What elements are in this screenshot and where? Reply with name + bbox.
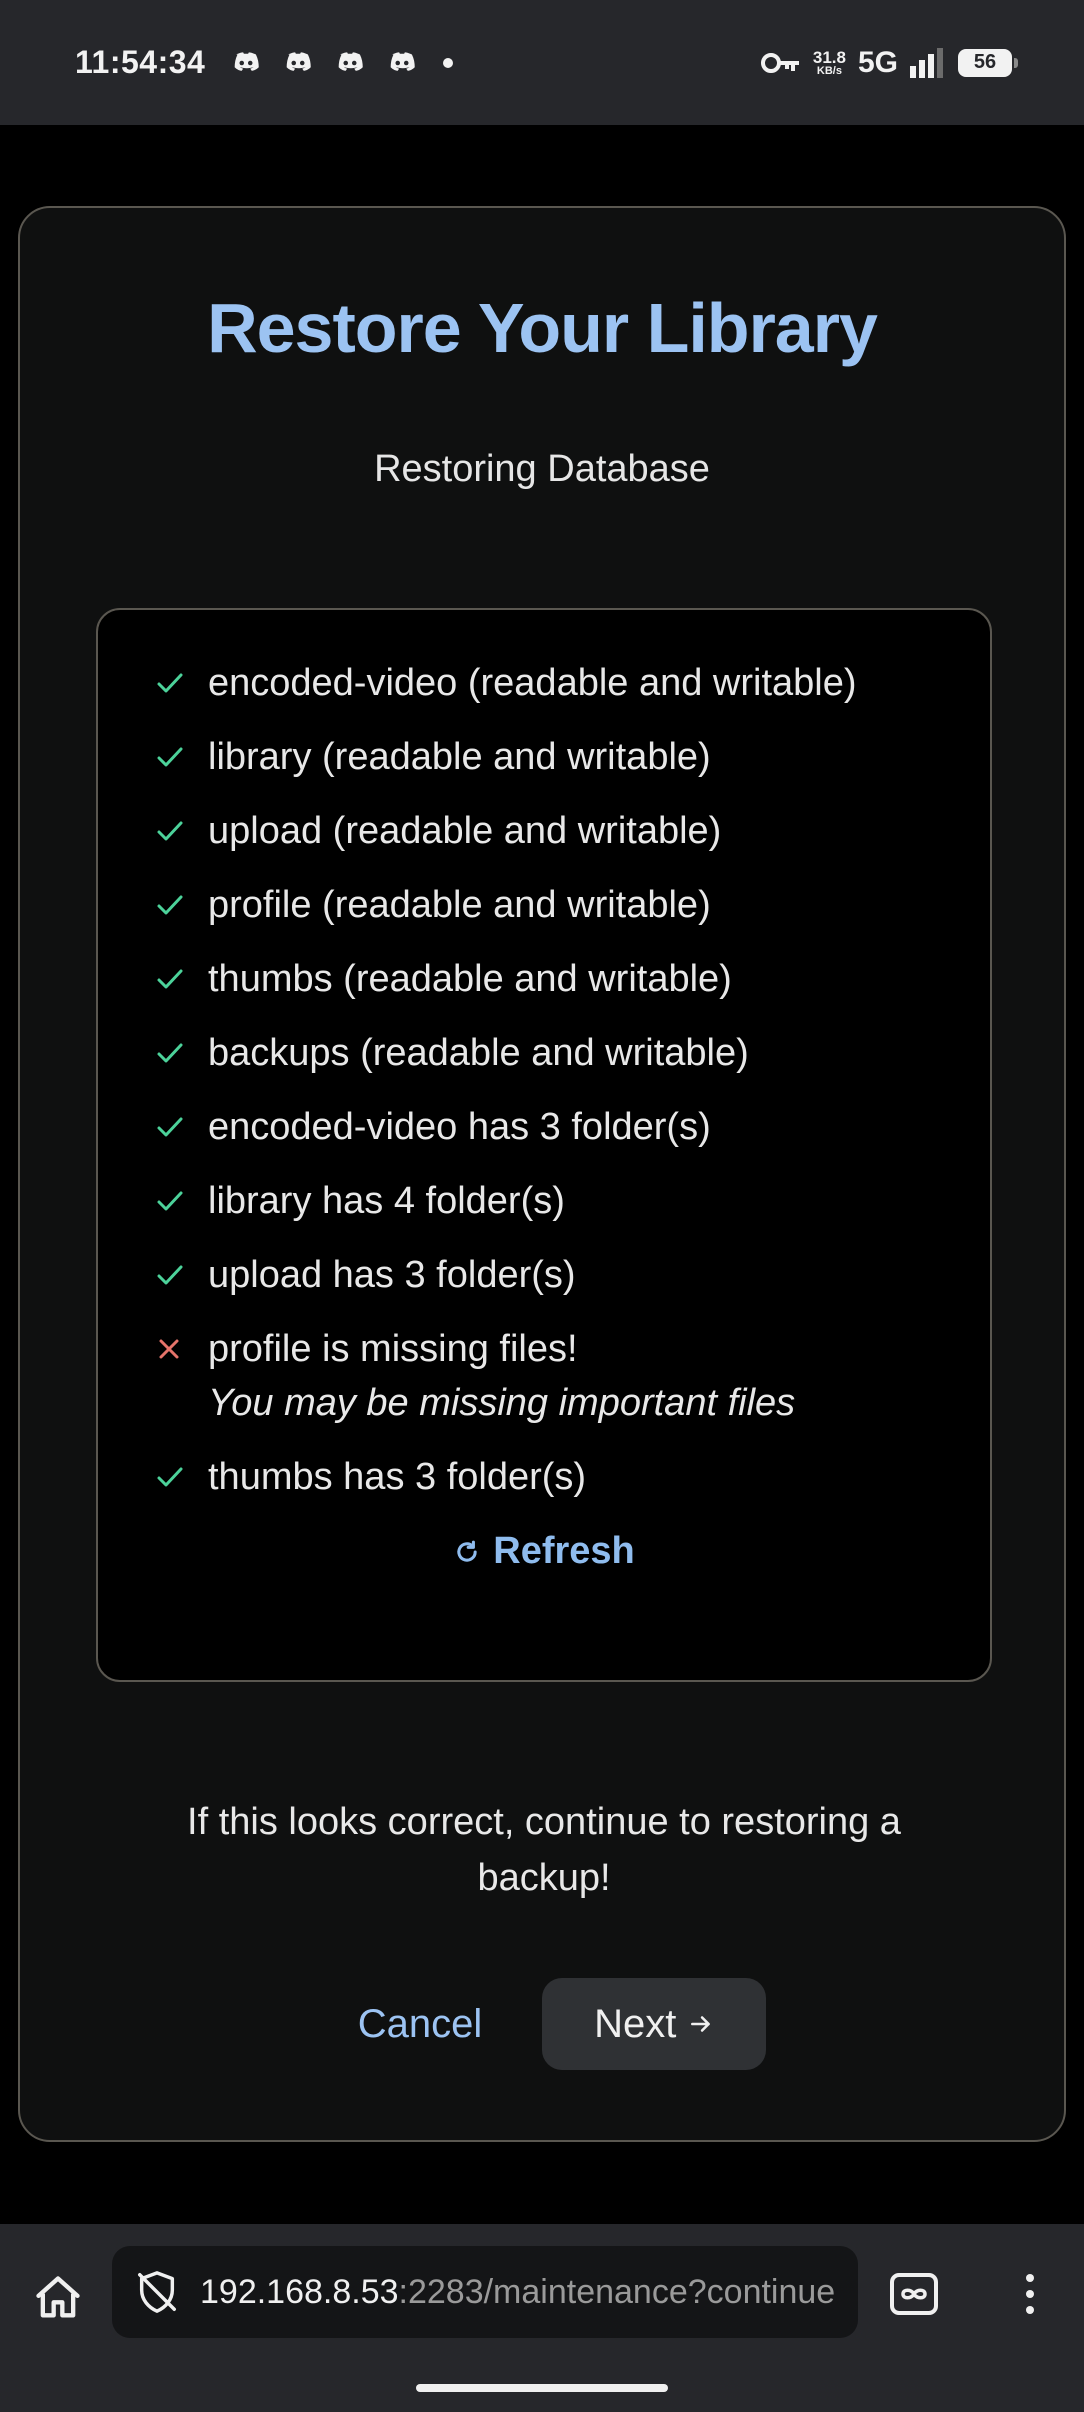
network-type: 5G [857, 45, 898, 79]
check-item-label: library has 4 folder(s) [208, 1180, 565, 1222]
check-item: profile is missing files! You may be miss… [156, 1326, 990, 1426]
discord-icon [229, 46, 263, 80]
status-bar-right: 31.8 KB/s 5G 56 [760, 45, 1018, 80]
home-button[interactable] [28, 2268, 88, 2328]
checkmark-icon [156, 956, 208, 1002]
checkmark-icon [156, 1030, 208, 1076]
refresh-label: Refresh [493, 1530, 635, 1572]
arrow-right-icon [691, 2016, 711, 2032]
check-item-text-wrap: encoded-video (readable and writable) [208, 660, 857, 706]
page-title: Restore Your Library [207, 289, 878, 367]
battery-level: 56 [973, 51, 997, 73]
restore-library-card: Restore Your Library Restoring Database … [18, 206, 1066, 2142]
notification-icons [229, 46, 419, 80]
check-item-text-wrap: library (readable and writable) [208, 734, 711, 780]
more-notifications-dot [443, 57, 454, 68]
check-item-text-wrap: upload (readable and writable) [208, 808, 721, 854]
more-vertical-icon [1026, 2274, 1034, 2314]
home-icon [36, 2276, 80, 2318]
check-item: upload has 3 folder(s) [156, 1252, 990, 1298]
checkmark-icon [156, 1178, 208, 1224]
check-item-label: backups (readable and writable) [208, 1032, 749, 1074]
check-item-text-wrap: encoded-video has 3 folder(s) [208, 1104, 711, 1150]
check-item-label: library (readable and writable) [208, 736, 711, 778]
network-speed: 31.8 KB/s [813, 49, 846, 77]
check-item-text-wrap: backups (readable and writable) [208, 1030, 749, 1076]
not-secure-shield-icon [138, 2271, 176, 2313]
discord-icon [333, 46, 367, 80]
check-item: upload (readable and writable) [156, 808, 990, 854]
checkmark-icon [156, 1104, 208, 1150]
url-text: 192.168.8.53:2283/maintenance?continue [200, 2273, 835, 2312]
check-item: encoded-video (readable and writable) [156, 660, 990, 706]
check-item-note: You may be missing important files [208, 1382, 796, 1424]
check-item-label: upload (readable and writable) [208, 810, 722, 852]
signal-strength-icon [910, 47, 943, 78]
action-buttons: Cancel Next [20, 1978, 1064, 2070]
check-item-text-wrap: thumbs (readable and writable) [208, 956, 732, 1002]
address-bar[interactable]: 192.168.8.53:2283/maintenance?continue [112, 2246, 858, 2338]
check-item-label: thumbs has 3 folder(s) [208, 1456, 587, 1498]
refresh-button[interactable]: Refresh [98, 1530, 990, 1573]
check-item: backups (readable and writable) [156, 1030, 990, 1076]
battery-icon: 56 [958, 48, 1018, 77]
gesture-navigation-bar[interactable] [416, 2384, 668, 2392]
url-path: :2283/maintenance?continue [398, 2272, 836, 2311]
overflow-menu-button[interactable] [1010, 2264, 1050, 2324]
page-subtitle: Restoring Database [374, 448, 710, 490]
network-speed-unit: KB/s [816, 64, 842, 77]
check-item-text-wrap: upload has 3 folder(s) [208, 1252, 576, 1298]
checkmark-icon [156, 1252, 208, 1298]
check-item: profile (readable and writable) [156, 882, 990, 928]
check-item-label: thumbs (readable and writable) [208, 958, 732, 1000]
check-item-label: encoded-video (readable and writable) [208, 662, 857, 704]
cross-icon [156, 1326, 208, 1372]
url-host: 192.168.8.53 [200, 2272, 399, 2311]
check-item-text-wrap: library has 4 folder(s) [208, 1178, 565, 1224]
discord-icon [281, 46, 315, 80]
check-item: library (readable and writable) [156, 734, 990, 780]
next-label: Next [594, 2001, 677, 2046]
check-item-text-wrap: profile (readable and writable) [208, 882, 711, 928]
status-time: 11:54:34 [75, 44, 206, 80]
next-button[interactable]: Next [542, 1978, 767, 2070]
check-item: encoded-video has 3 folder(s) [156, 1104, 990, 1150]
refresh-icon [457, 1540, 477, 1562]
checkmark-icon [156, 808, 208, 854]
integrity-check-panel: encoded-video (readable and writable) lib… [96, 608, 992, 1682]
confirmation-prompt: If this looks correct, continue to resto… [187, 1801, 901, 1899]
check-list: encoded-video (readable and writable) lib… [156, 660, 990, 1500]
check-item-label: profile is missing files! [208, 1328, 578, 1370]
check-item: thumbs has 3 folder(s) [156, 1454, 990, 1500]
tabs-button[interactable] [884, 2266, 944, 2322]
check-item: thumbs (readable and writable) [156, 956, 990, 1002]
check-item-text-wrap: profile is missing files! You may be miss… [208, 1326, 795, 1426]
check-item: library has 4 folder(s) [156, 1178, 990, 1224]
vpn-key-icon [760, 52, 799, 73]
discord-icon [385, 46, 419, 80]
cancel-button[interactable]: Cancel [358, 2002, 483, 2047]
check-item-label: upload has 3 folder(s) [208, 1254, 576, 1296]
status-bar-left: 11:54:34 [75, 44, 454, 81]
status-bar: 11:54:34 31.8 KB/s 5G 56 [0, 0, 1084, 125]
checkmark-icon [156, 882, 208, 928]
check-item-text-wrap: thumbs has 3 folder(s) [208, 1454, 586, 1500]
incognito-tabs-icon [890, 2273, 938, 2315]
check-item-label: encoded-video has 3 folder(s) [208, 1106, 711, 1148]
network-speed-value: 31.8 [812, 47, 846, 67]
checkmark-icon [156, 1454, 208, 1500]
checkmark-icon [156, 734, 208, 780]
checkmark-icon [156, 660, 208, 706]
check-item-label: profile (readable and writable) [208, 884, 711, 926]
